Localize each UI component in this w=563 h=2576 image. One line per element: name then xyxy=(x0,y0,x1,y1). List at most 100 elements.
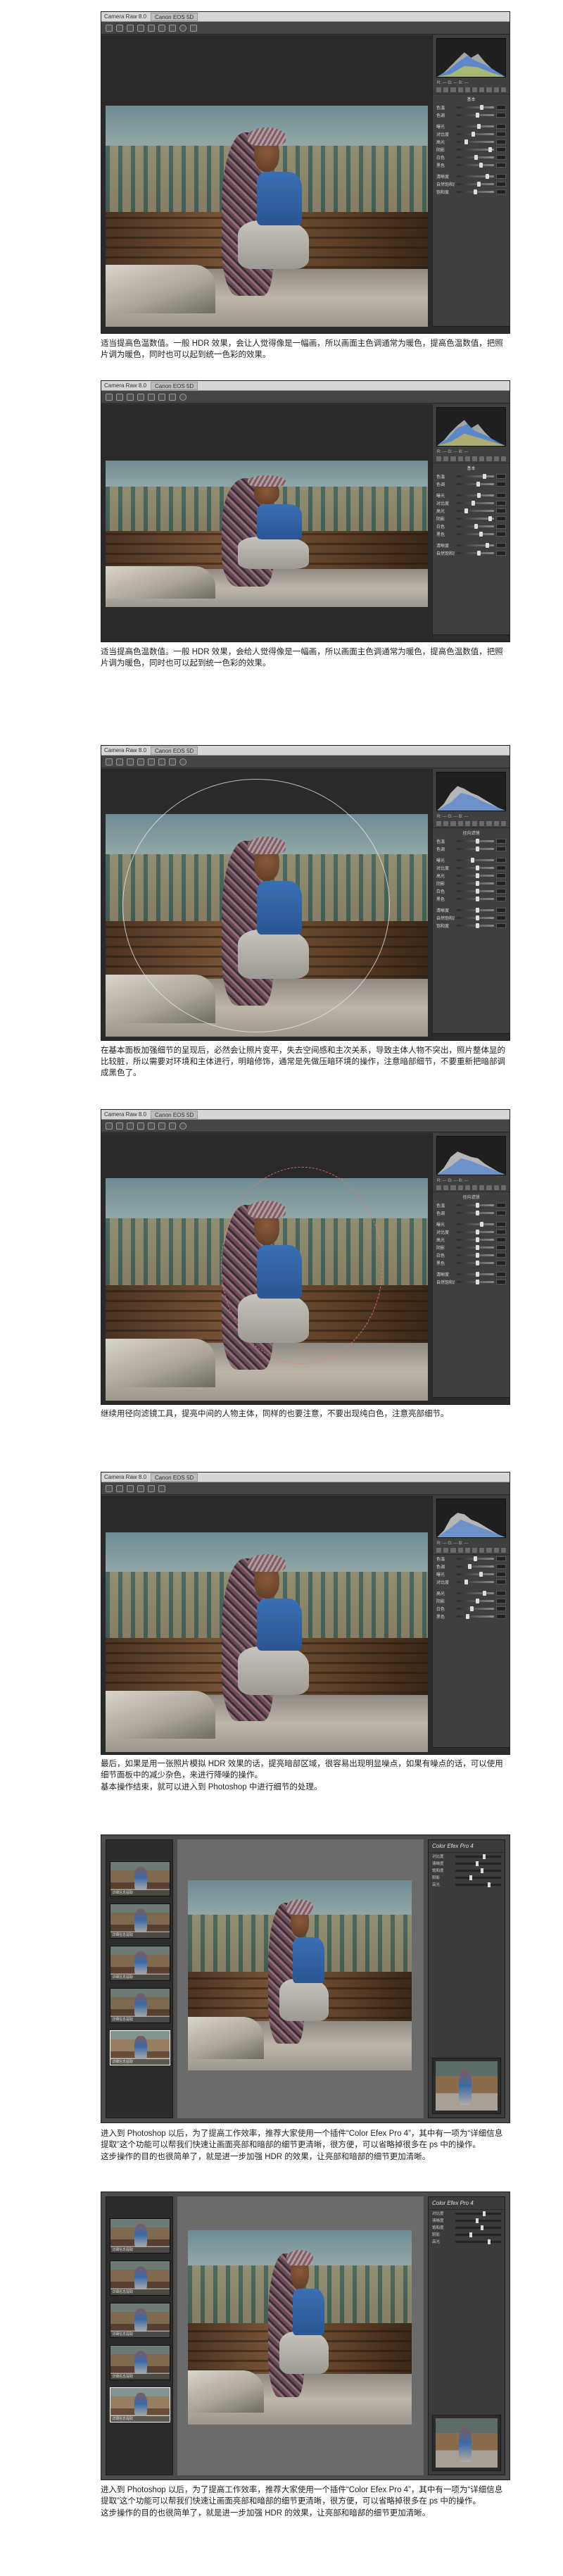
crop-icon[interactable] xyxy=(148,758,155,765)
slider-row[interactable]: 色温 xyxy=(433,837,510,845)
slider-row[interactable]: 饱和度 xyxy=(429,1867,505,1874)
slider-row[interactable]: 清晰度 xyxy=(433,1270,510,1278)
preset-thumbnail[interactable]: 详细信息提取 xyxy=(110,2218,170,2253)
slider-row[interactable]: 阴影 xyxy=(433,880,510,887)
spot-removal-icon[interactable] xyxy=(169,24,176,32)
slider-row[interactable]: 对比度 xyxy=(429,2210,505,2217)
slider-row[interactable]: 对比度 xyxy=(429,1853,505,1860)
slider-row[interactable]: 高光 xyxy=(433,507,510,515)
panel-tabs[interactable] xyxy=(433,1184,510,1192)
slider-row[interactable]: 饱和度 xyxy=(433,188,510,196)
slider-row[interactable]: 色温 xyxy=(433,1555,510,1563)
slider-row[interactable]: 高光 xyxy=(429,2238,505,2245)
crop-icon[interactable] xyxy=(148,393,155,401)
hand-icon[interactable] xyxy=(116,393,123,401)
crop-icon[interactable] xyxy=(148,1122,155,1130)
radial-filter-icon[interactable] xyxy=(179,393,186,401)
slider-row[interactable]: 色调 xyxy=(433,1563,510,1570)
file-tab[interactable]: Canon EOS 5D xyxy=(151,746,198,755)
file-tab[interactable]: Canon EOS 5D xyxy=(151,12,198,21)
radial-filter-icon[interactable] xyxy=(179,1122,186,1130)
slider-row[interactable]: 白色 xyxy=(433,887,510,895)
slider-row[interactable]: 色温 xyxy=(433,104,510,111)
file-tab[interactable]: Canon EOS 5D xyxy=(151,1473,198,1482)
slider-row[interactable]: 白色 xyxy=(433,523,510,530)
slider-row[interactable]: 饱和度 xyxy=(433,922,510,930)
slider-row[interactable]: 色调 xyxy=(433,845,510,853)
slider-row[interactable]: 白色 xyxy=(433,1605,510,1613)
slider-row[interactable]: 清晰度 xyxy=(429,1860,505,1867)
white-balance-icon[interactable] xyxy=(127,393,134,401)
slider-row[interactable]: 阴影 xyxy=(429,2231,505,2238)
color-sampler-icon[interactable] xyxy=(137,24,144,32)
slider-row[interactable]: 色调 xyxy=(433,480,510,488)
slider-row[interactable]: 黑色 xyxy=(433,530,510,538)
straighten-icon[interactable] xyxy=(158,758,165,765)
slider-row[interactable]: 色调 xyxy=(433,111,510,119)
file-tab[interactable]: Canon EOS 5D xyxy=(151,1110,198,1119)
zoom-icon[interactable] xyxy=(106,758,113,765)
slider-row[interactable]: 饱和度 xyxy=(429,2224,505,2231)
slider-row[interactable]: 自然饱和度 xyxy=(433,180,510,188)
preset-thumbnail[interactable]: 详细信息提取 xyxy=(110,2261,170,2296)
slider-row[interactable]: 黑色 xyxy=(433,1259,510,1267)
preset-thumbnail[interactable]: 详细信息提取 xyxy=(110,1988,170,2023)
white-balance-icon[interactable] xyxy=(127,1122,134,1130)
slider-row[interactable]: 对比度 xyxy=(433,1228,510,1236)
spot-removal-icon[interactable] xyxy=(169,393,176,401)
slider-row[interactable]: 对比度 xyxy=(433,1578,510,1586)
slider-row[interactable]: 清晰度 xyxy=(433,906,510,914)
color-sampler-icon[interactable] xyxy=(137,1484,144,1492)
zoom-icon[interactable] xyxy=(106,393,113,401)
preset-thumbnail[interactable]: 详细信息提取 xyxy=(110,2387,170,2422)
slider-row[interactable]: 黑色 xyxy=(433,161,510,169)
slider-row[interactable]: 曝光 xyxy=(433,856,510,864)
preset-thumbnail[interactable]: 详细信息提取 xyxy=(110,1903,170,1939)
radial-filter-icon[interactable] xyxy=(179,758,186,765)
hand-icon[interactable] xyxy=(116,1122,123,1130)
zoom-icon[interactable] xyxy=(106,1484,113,1492)
slider-row[interactable]: 色温 xyxy=(433,473,510,480)
slider-row[interactable]: 高光 xyxy=(433,872,510,880)
zoom-icon[interactable] xyxy=(106,1122,113,1130)
spot-removal-icon[interactable] xyxy=(169,1122,176,1130)
slider-row[interactable]: 白色 xyxy=(433,1251,510,1259)
slider-row[interactable]: 曝光 xyxy=(433,1570,510,1578)
slider-row[interactable]: 高光 xyxy=(433,1236,510,1244)
zoom-icon[interactable] xyxy=(106,24,113,32)
slider-row[interactable]: 黑色 xyxy=(433,895,510,903)
panel-tabs[interactable] xyxy=(433,455,510,463)
preset-thumbnail[interactable]: 详细信息提取 xyxy=(110,2030,170,2065)
slider-row[interactable]: 高光 xyxy=(429,1881,505,1888)
slider-row[interactable]: 自然饱和度 xyxy=(433,1278,510,1286)
hand-icon[interactable] xyxy=(116,758,123,765)
slider-row[interactable]: 阴影 xyxy=(433,515,510,523)
color-sampler-icon[interactable] xyxy=(137,758,144,765)
slider-row[interactable]: 阴影 xyxy=(433,1244,510,1251)
panel-tabs[interactable] xyxy=(433,1546,510,1555)
preset-thumbnail[interactable]: 详细信息提取 xyxy=(110,1946,170,1981)
slider-row[interactable]: 黑色 xyxy=(433,1613,510,1620)
straighten-icon[interactable] xyxy=(158,1484,165,1492)
straighten-icon[interactable] xyxy=(158,1122,165,1130)
slider-row[interactable]: 对比度 xyxy=(433,499,510,507)
hand-icon[interactable] xyxy=(116,1484,123,1492)
radial-filter-overlay[interactable] xyxy=(221,1167,383,1364)
slider-row[interactable]: 对比度 xyxy=(433,130,510,138)
hand-icon[interactable] xyxy=(116,24,123,32)
slider-row[interactable]: 阴影 xyxy=(433,1597,510,1605)
slider-row[interactable]: 清晰度 xyxy=(433,173,510,180)
slider-row[interactable]: 清晰度 xyxy=(433,542,510,549)
slider-row[interactable]: 高光 xyxy=(433,1589,510,1597)
graduated-filter-icon[interactable] xyxy=(190,24,197,32)
slider-row[interactable]: 阴影 xyxy=(429,1874,505,1881)
white-balance-icon[interactable] xyxy=(127,24,134,32)
radial-filter-overlay[interactable] xyxy=(122,779,390,1032)
preset-thumbnail[interactable]: 详细信息提取 xyxy=(110,2345,170,2380)
preset-thumbnail[interactable]: 详细信息提取 xyxy=(110,2303,170,2338)
radial-filter-icon[interactable] xyxy=(179,24,186,32)
slider-row[interactable]: 白色 xyxy=(433,154,510,161)
white-balance-icon[interactable] xyxy=(127,1484,134,1492)
panel-tabs[interactable] xyxy=(433,86,510,94)
crop-icon[interactable] xyxy=(148,24,155,32)
